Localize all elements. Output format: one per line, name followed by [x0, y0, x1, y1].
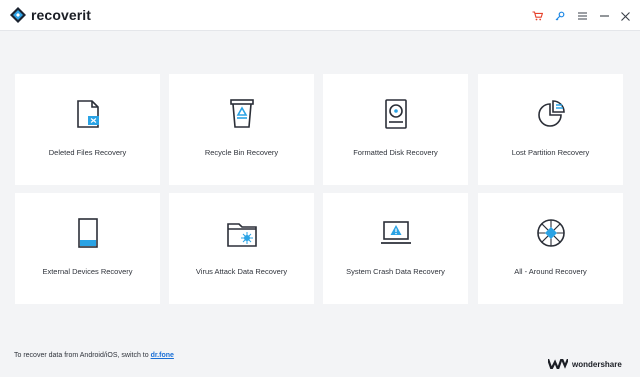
card-label: System Crash Data Recovery	[346, 267, 445, 276]
card-recycle-bin-recovery[interactable]: Recycle Bin Recovery	[169, 74, 314, 185]
card-label: Deleted Files Recovery	[48, 148, 127, 157]
minimize-icon[interactable]	[597, 9, 611, 23]
menu-icon[interactable]	[575, 9, 589, 23]
card-formatted-disk-recovery[interactable]: Formatted Disk Recovery	[323, 74, 468, 185]
footer-note: To recover data from Android/iOS, switch…	[14, 352, 174, 359]
deleted-file-icon	[77, 100, 99, 128]
cart-icon[interactable]	[530, 9, 544, 23]
card-system-crash-data-recovery[interactable]: System Crash Data Recovery	[323, 193, 468, 304]
card-label: Lost Partition Recovery	[511, 148, 590, 157]
pie-partition-icon	[538, 100, 565, 127]
wondershare-logo-icon	[548, 359, 568, 369]
card-label: Virus Attack Data Recovery	[195, 267, 288, 276]
recycle-bin-icon	[230, 99, 254, 128]
card-lost-partition-recovery[interactable]: Lost Partition Recovery	[478, 74, 623, 185]
all-around-icon	[537, 219, 565, 247]
card-deleted-files-recovery[interactable]: Deleted Files Recovery	[15, 74, 160, 185]
card-label: External Devices Recovery	[42, 267, 133, 276]
card-label: All - Around Recovery	[514, 267, 587, 276]
virus-folder-icon	[227, 223, 257, 247]
app-title-main: recover	[31, 7, 83, 23]
title-bar: recoverit	[0, 0, 640, 31]
drfone-link[interactable]: dr.fone	[151, 352, 174, 359]
key-icon[interactable]	[553, 9, 567, 23]
recoverit-logo-icon	[10, 7, 26, 23]
hard-disk-icon	[385, 99, 407, 129]
card-external-devices-recovery[interactable]: External Devices Recovery	[15, 193, 160, 304]
card-label: Recycle Bin Recovery	[204, 148, 279, 157]
app-title: recoverit	[31, 7, 91, 23]
external-device-icon	[78, 218, 98, 248]
close-icon[interactable]	[618, 9, 632, 23]
card-all-around-recovery[interactable]: All - Around Recovery	[478, 193, 623, 304]
wondershare-brand: wondershare	[548, 358, 622, 370]
card-label: Formatted Disk Recovery	[353, 148, 438, 157]
crashed-laptop-icon	[381, 221, 411, 244]
footer-note-text: To recover data from Android/iOS, switch…	[14, 352, 151, 359]
brand-name: wondershare	[572, 359, 622, 369]
card-virus-attack-data-recovery[interactable]: Virus Attack Data Recovery	[169, 193, 314, 304]
app-title-suffix: it	[82, 7, 92, 23]
